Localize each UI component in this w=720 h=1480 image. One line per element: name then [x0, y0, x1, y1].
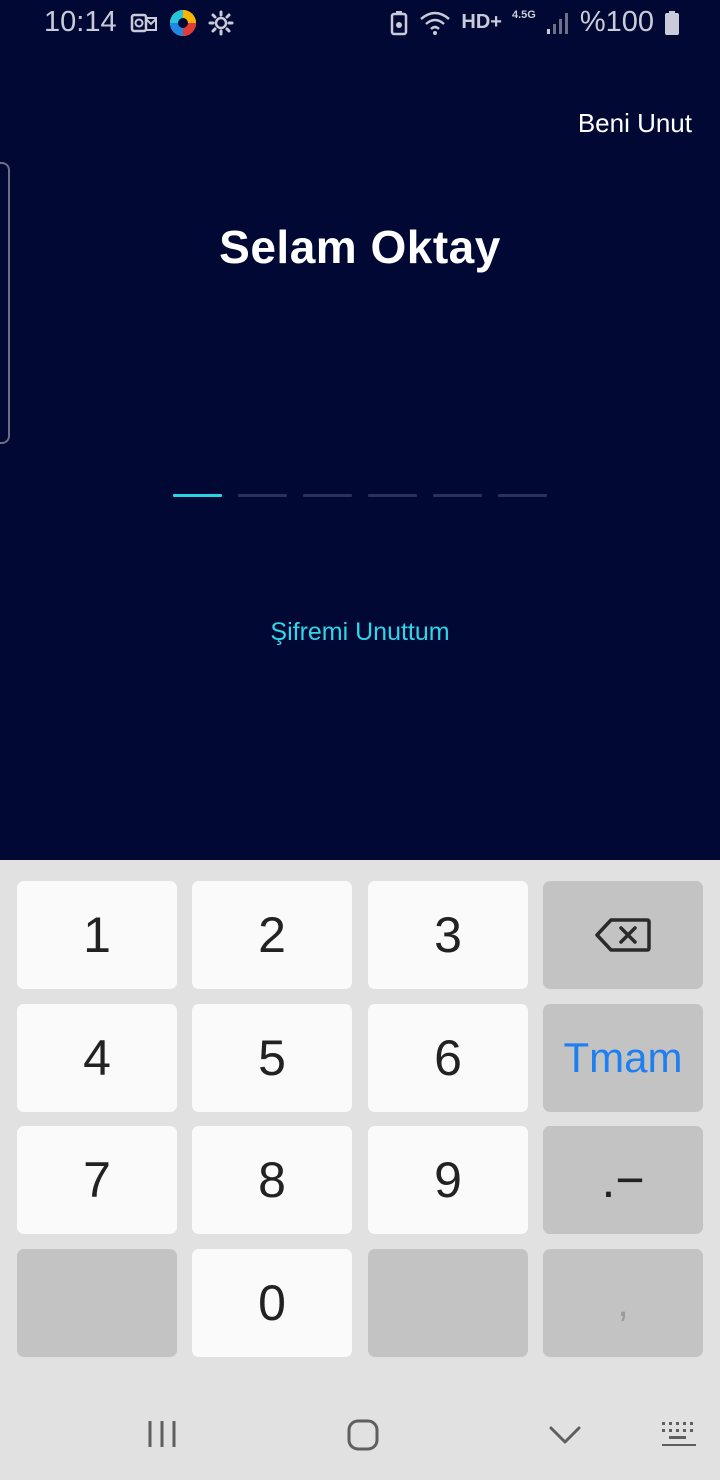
- key-4[interactable]: 4: [17, 1004, 177, 1112]
- system-nav-bar: [0, 1390, 720, 1480]
- network-label: HD+: [461, 11, 502, 33]
- wifi-icon: [420, 11, 451, 35]
- pin-digit-slot: [433, 494, 482, 497]
- recent-apps-icon[interactable]: [146, 1418, 178, 1450]
- key-9[interactable]: 9: [368, 1126, 528, 1234]
- numeric-keyboard: 1 2 3 4 5 6 Tmam 7 8 9 .− 0 ,: [0, 860, 720, 1480]
- key-5[interactable]: 5: [192, 1004, 352, 1112]
- edge-panel-handle[interactable]: [0, 162, 10, 444]
- forgot-password-link[interactable]: Şifremi Unuttum: [0, 618, 720, 647]
- backspace-icon: [595, 918, 651, 952]
- key-0[interactable]: 0: [192, 1249, 352, 1357]
- network-type-label: 4.5G: [511, 8, 536, 21]
- backspace-key[interactable]: [543, 881, 703, 989]
- status-bar: 10:14 HD+ 4.5G %100: [0, 0, 720, 48]
- status-right-icons: HD+ 4.5G %100: [389, 6, 680, 39]
- status-notification-icons: [130, 8, 234, 38]
- outlook-icon: [130, 13, 157, 33]
- key-2[interactable]: 2: [192, 881, 352, 989]
- pin-digit-slot: [498, 494, 547, 497]
- dot-minus-key[interactable]: .−: [543, 1126, 703, 1234]
- key-1[interactable]: 1: [17, 881, 177, 989]
- pin-digit-slot: [173, 494, 222, 497]
- colorful-app-icon: [170, 10, 196, 36]
- pin-digit-slot: [238, 494, 287, 497]
- home-icon[interactable]: [346, 1418, 380, 1452]
- key-8[interactable]: 8: [192, 1126, 352, 1234]
- greeting-title: Selam Oktay: [219, 221, 501, 273]
- empty-key-left: [17, 1249, 177, 1357]
- key-7[interactable]: 7: [17, 1126, 177, 1234]
- pin-input-indicator[interactable]: [173, 494, 547, 497]
- battery-icon: [665, 10, 679, 35]
- battery-percent: %100: [579, 6, 654, 38]
- key-6[interactable]: 6: [368, 1004, 528, 1112]
- pin-digit-slot: [303, 494, 352, 497]
- key-3[interactable]: 3: [368, 881, 528, 989]
- empty-key-right: [368, 1249, 528, 1357]
- signal-strength-icon: [546, 12, 568, 34]
- comma-key[interactable]: ,: [543, 1249, 703, 1357]
- keyboard-switch-icon[interactable]: [660, 1420, 698, 1448]
- settings-gear-icon: [208, 10, 234, 36]
- pin-digit-slot: [368, 494, 417, 497]
- battery-saver-icon: [391, 10, 408, 35]
- back-chevron-down-icon[interactable]: [548, 1424, 582, 1446]
- done-key[interactable]: Tmam: [543, 1004, 703, 1112]
- status-time: 10:14: [44, 6, 117, 38]
- forget-me-button[interactable]: Beni Unut: [578, 108, 692, 139]
